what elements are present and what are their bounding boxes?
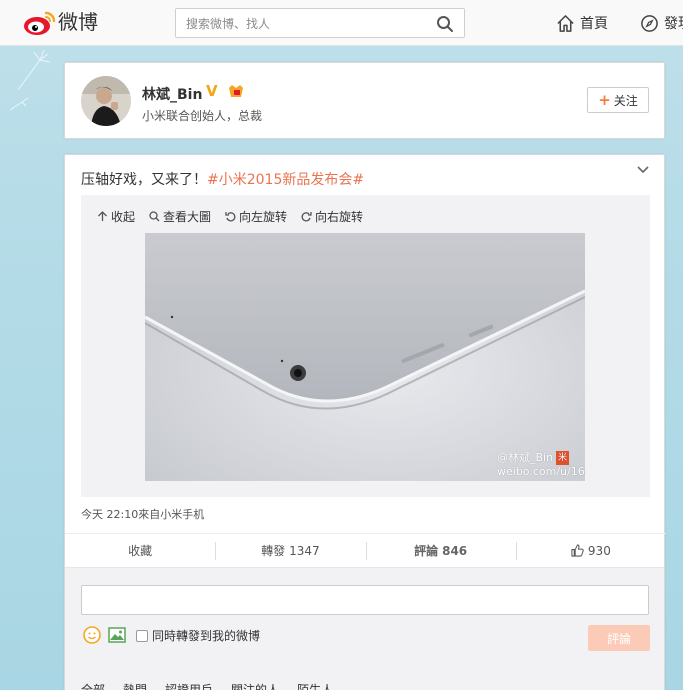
repost-button[interactable]: 轉發 1347	[215, 534, 365, 567]
comment-button[interactable]: 評論 846	[365, 534, 516, 567]
avatar[interactable]	[81, 76, 131, 126]
follow-button[interactable]: + 关注	[587, 87, 649, 113]
dandelion-decoration	[9, 50, 51, 111]
nav-discover-link[interactable]: 發現	[640, 13, 683, 33]
watermark-handle: @林斌_Bin	[497, 451, 554, 464]
emoji-icon[interactable]	[83, 626, 101, 644]
view-large-image-label: 查看大圖	[163, 210, 212, 224]
collapse-media-button[interactable]: 收起	[97, 208, 135, 225]
sort-tab-verified[interactable]: 認證用戶	[165, 681, 213, 690]
weibo-logo-icon[interactable]	[22, 8, 56, 38]
verified-badge-icon: V	[206, 82, 218, 100]
profile-card: 林斌_Bin V 小米联合创始人，总裁 + 关注	[64, 62, 665, 139]
post-meta: 今天 22:10來自小米手机	[81, 508, 205, 521]
repost-label: 轉發	[261, 544, 286, 558]
comment-input[interactable]	[81, 585, 649, 615]
rotate-right-button[interactable]: 向右旋转	[301, 208, 363, 225]
rotate-right-label: 向右旋转	[315, 210, 364, 224]
collapse-media-label: 收起	[111, 210, 136, 224]
submit-comment-button[interactable]: 評論	[588, 625, 650, 651]
nav-home-link[interactable]: 首頁	[556, 13, 608, 33]
rotate-left-icon	[225, 212, 236, 222]
view-large-image-button[interactable]: 查看大圖	[149, 208, 211, 225]
nav-home-label: 首頁	[580, 16, 608, 32]
profile-description: 小米联合创始人，总裁	[142, 109, 263, 123]
comment-label: 評論	[414, 544, 439, 558]
rotate-right-icon	[301, 212, 312, 222]
avatar-image	[81, 76, 131, 126]
weibo-logo-text[interactable]: 微博	[58, 6, 98, 35]
topic-link[interactable]: #小米2015新品发布会#	[207, 172, 364, 188]
member-badge-icon	[229, 85, 243, 97]
comment-sort-tabs: 全部 熱門 認證用戶 關注的人 陌生人	[81, 681, 333, 690]
like-button[interactable]: 930	[515, 534, 666, 567]
nav-discover-label: 發現	[664, 16, 683, 32]
media-toolbar: 收起 查看大圖 向左旋转 向右旋转	[97, 208, 363, 225]
image-upload-icon[interactable]	[108, 627, 126, 643]
follow-button-label: 关注	[613, 93, 638, 108]
post-photo[interactable]: @林斌_Bin 米 weibo.com/u/1686364349	[145, 233, 585, 481]
comment-section: 同時轉發到我的微博 評論 全部 熱門 認證用戶 關注的人 陌生人	[65, 567, 664, 690]
sort-tab-strangers[interactable]: 陌生人	[297, 681, 333, 690]
repost-count: 1347	[289, 543, 320, 558]
search-input[interactable]	[186, 15, 426, 33]
sort-tab-all[interactable]: 全部	[81, 681, 105, 690]
search-icon[interactable]	[436, 15, 454, 33]
checkbox-square[interactable]	[136, 629, 148, 642]
home-icon	[557, 14, 574, 32]
top-navigation-bar: 微博 首頁 發現	[0, 0, 683, 46]
watermark-logo-icon: 米	[556, 451, 570, 465]
media-expanded-box: 收起 查看大圖 向左旋转 向右旋转 @林斌_Bin 米 weibo.com/u/…	[81, 195, 650, 497]
collapse-up-icon	[98, 211, 107, 221]
weibo-post-card: 压轴好戏，又来了！#小米2015新品发布会# 收起 查看大圖 向左旋转 向右旋转	[64, 154, 666, 690]
like-count: 930	[587, 543, 611, 558]
thumbs-up-icon	[571, 544, 584, 557]
favorite-button[interactable]: 收藏	[65, 534, 215, 567]
plus-icon: +	[598, 90, 611, 109]
favorite-label: 收藏	[128, 544, 153, 558]
repost-checkbox-label: 同時轉發到我的微博	[152, 629, 261, 643]
magnifier-icon	[149, 211, 160, 222]
image-watermark: @林斌_Bin 米 weibo.com/u/1686364349	[497, 451, 585, 479]
post-body-text: 压轴好戏，又来了！	[81, 172, 207, 188]
profile-name[interactable]: 林斌_Bin	[142, 84, 202, 104]
repost-checkbox[interactable]: 同時轉發到我的微博	[136, 627, 260, 644]
tablet-photo-image	[145, 233, 585, 481]
chevron-down-icon[interactable]	[636, 163, 650, 177]
post-text: 压轴好戏，又来了！#小米2015新品发布会#	[81, 169, 364, 189]
comment-count: 846	[442, 543, 468, 558]
compass-icon	[641, 14, 658, 32]
search-box	[175, 8, 465, 38]
rotate-left-button[interactable]: 向左旋转	[225, 208, 287, 225]
post-action-bar: 收藏 轉發 1347 評論 846 930	[65, 533, 666, 567]
sort-tab-hot[interactable]: 熱門	[123, 681, 147, 690]
rotate-left-label: 向左旋转	[239, 210, 288, 224]
sort-tab-following[interactable]: 關注的人	[231, 681, 279, 690]
watermark-url: weibo.com/u/1686364349	[497, 465, 585, 478]
